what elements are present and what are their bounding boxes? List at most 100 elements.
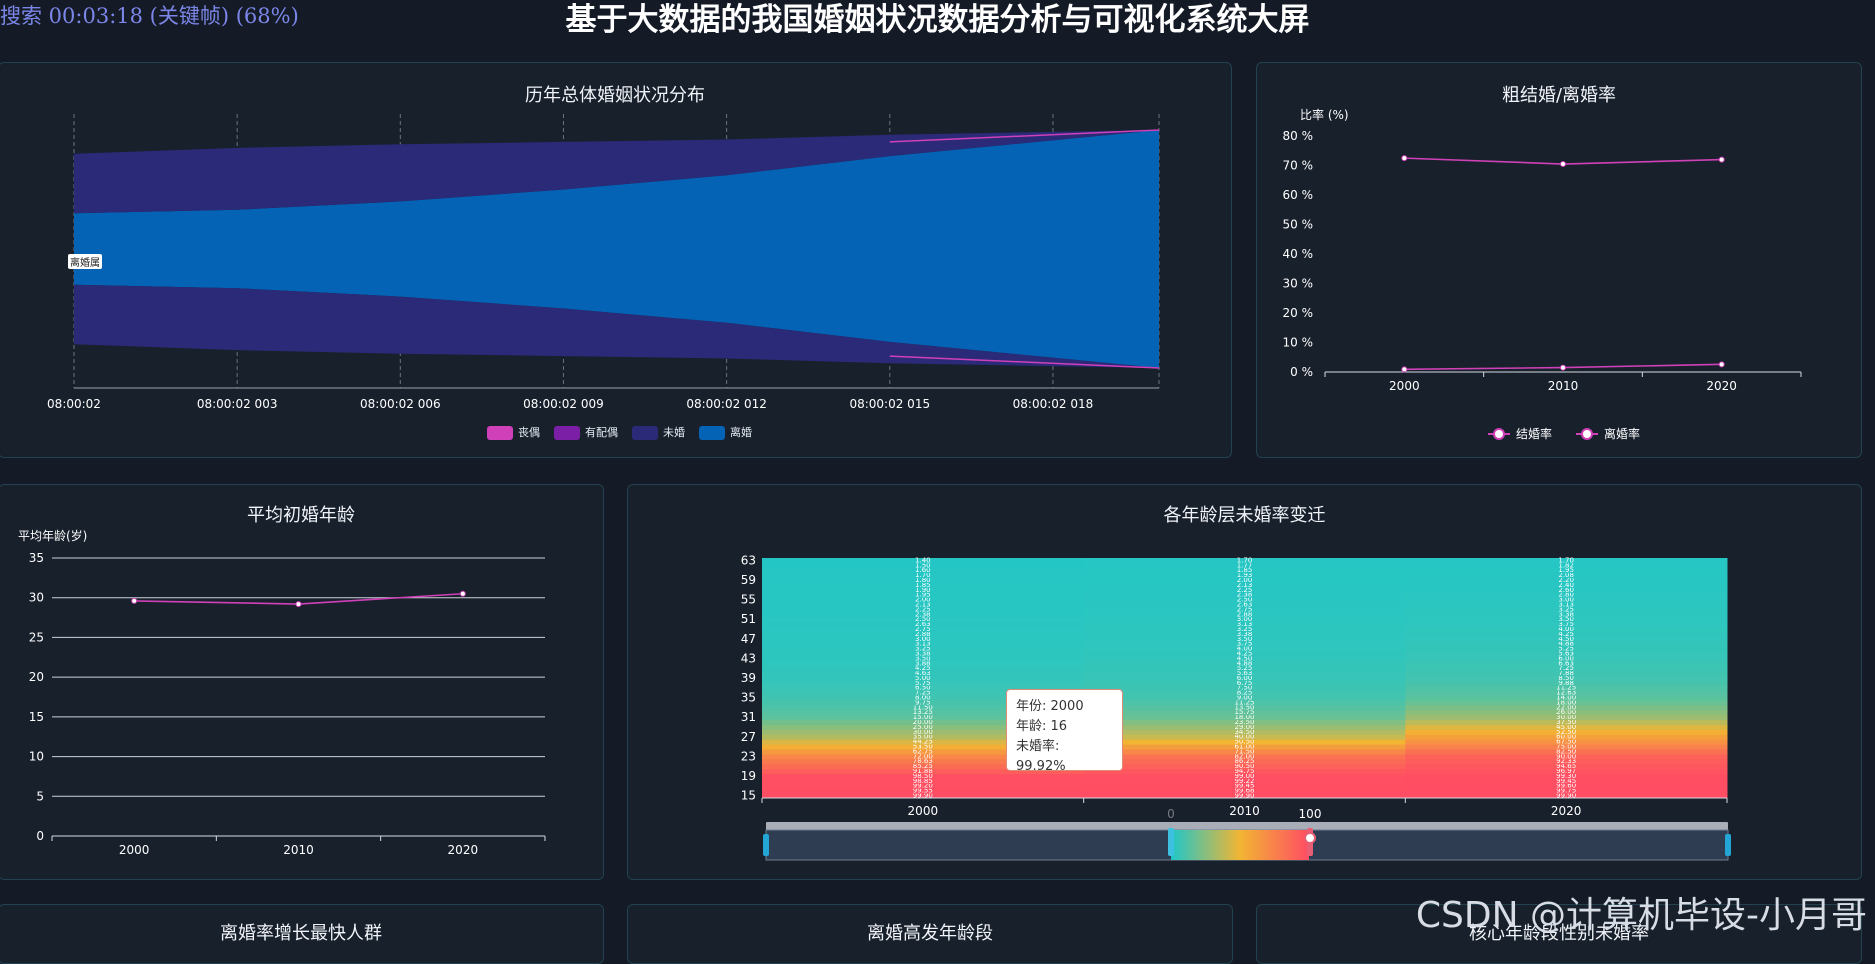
age-chart: 平均年龄(岁) 0 5 10 15 20 25 30 35 2000 2010 2020 bbox=[18, 528, 546, 857]
visualmap-max-label: 100 bbox=[1299, 807, 1322, 821]
stream-tag-label: 离婚属 bbox=[68, 254, 102, 269]
legend-label: 有配偶 bbox=[585, 426, 618, 439]
stream-x-tick-label: 08:00:02 009 bbox=[523, 397, 604, 411]
rate-y-tick-label: 0 % bbox=[1290, 365, 1313, 379]
heatmap-y-tick-label: 47 bbox=[741, 632, 756, 646]
age-y-axis-title: 平均年龄(岁) bbox=[18, 528, 87, 543]
legend-item[interactable]: 丧偶 bbox=[487, 424, 540, 440]
heatmap-y-tick-label: 23 bbox=[741, 749, 756, 763]
rate-point bbox=[1718, 156, 1725, 163]
heatmap-y-tick-label: 31 bbox=[741, 710, 756, 724]
heatmap-y-tick-label: 27 bbox=[741, 730, 756, 744]
age-y-tick-label: 35 bbox=[29, 551, 44, 565]
tooltip-year: 年份: 2000 bbox=[1016, 699, 1084, 714]
age-y-tick-label: 20 bbox=[29, 670, 44, 684]
age-x-tick-label: 2020 bbox=[448, 843, 479, 857]
heatmap-y-tick-label: 51 bbox=[741, 612, 756, 626]
rate-y-axis-title: 比率 (%) bbox=[1300, 107, 1349, 122]
rate-y-tick-label: 10 % bbox=[1283, 336, 1314, 350]
heatmap-y-tick-label: 19 bbox=[741, 769, 756, 783]
stream-x-tick-label: 08:00:02 003 bbox=[197, 397, 278, 411]
heatmap-y-tick-label: 55 bbox=[741, 593, 756, 607]
legend-swatch bbox=[699, 426, 725, 440]
tooltip-age: 年龄: 16 bbox=[1016, 719, 1068, 734]
legend-label: 丧偶 bbox=[518, 426, 540, 439]
rate-point bbox=[1560, 364, 1566, 371]
heatmap-tooltip: 年份: 2000 年龄: 16 未婚率: 99.92% bbox=[1006, 689, 1123, 774]
rate-legend-label: 结婚率 bbox=[1516, 426, 1552, 441]
age-y-tick-label: 10 bbox=[29, 750, 44, 764]
stream-legend: 丧偶 有配偶 未婚 离婚 bbox=[487, 424, 752, 440]
rate-y-tick-label: 60 % bbox=[1283, 188, 1314, 202]
visualmap-handle-min bbox=[1168, 828, 1174, 856]
rate-y-tick-label: 70 % bbox=[1283, 159, 1314, 173]
heatmap-cell-label: 1.70 bbox=[1558, 556, 1574, 564]
page-title: 基于大数据的我国婚姻状况数据分析与可视化系统大屏 bbox=[565, 2, 1310, 38]
stream-x-tick-label: 08:00:02 015 bbox=[849, 397, 930, 411]
stream-x-tick-label: 08:00:02 bbox=[47, 397, 101, 411]
rate-legend-marker bbox=[1493, 428, 1505, 440]
tooltip-rate: 未婚率: 99.92% bbox=[1016, 739, 1066, 774]
legend-label: 未婚 bbox=[663, 426, 685, 439]
stream-x-tick-label: 08:00:02 006 bbox=[360, 397, 441, 411]
heatmap-y-tick-label: 63 bbox=[741, 553, 756, 567]
age-x-tick-label: 2000 bbox=[119, 843, 150, 857]
visualmap-range bbox=[1171, 830, 1309, 860]
heatmap-y-tick-label: 35 bbox=[741, 691, 756, 705]
rate-point bbox=[1718, 361, 1725, 368]
legend-swatch bbox=[487, 426, 513, 440]
legend-item[interactable]: 有配偶 bbox=[554, 424, 618, 440]
heatmap-y-tick-label: 59 bbox=[741, 573, 756, 587]
stream-x-tick-label: 08:00:02 018 bbox=[1013, 397, 1094, 411]
visualmap-min-label: 0 bbox=[1167, 807, 1175, 821]
legend-label: 离婚 bbox=[730, 426, 752, 439]
panel-title: 离婚率增长最快人群 bbox=[220, 923, 382, 944]
heatmap-x-tick-label: 2010 bbox=[1229, 804, 1260, 818]
rate-x-tick-label: 2010 bbox=[1548, 379, 1579, 393]
visualmap-track-top bbox=[766, 822, 1728, 830]
rate-point bbox=[1560, 161, 1566, 168]
rate-y-tick-label: 40 % bbox=[1283, 247, 1314, 261]
panel-divorce-age: 离婚高发年龄段 bbox=[627, 904, 1233, 964]
rate-legend-marker bbox=[1581, 428, 1593, 440]
age-point bbox=[295, 601, 302, 608]
rate-y-tick-label: 80 % bbox=[1283, 129, 1314, 143]
age-x-tick-label: 2010 bbox=[283, 843, 314, 857]
rate-chart: 比率 (%) 0 % 10 % 20 % 30 % 40 % 50 % 60 % 70 % 80 … bbox=[1283, 107, 1802, 441]
rate-y-tick-label: 30 % bbox=[1283, 277, 1314, 291]
heatmap-y-tick-label: 39 bbox=[741, 671, 756, 685]
visualmap-handle-left-end bbox=[763, 834, 769, 856]
visualmap-handle-right-end bbox=[1725, 834, 1731, 856]
panel-divorce-growth: 离婚率增长最快人群 bbox=[0, 904, 604, 964]
rate-legend-label: 离婚率 bbox=[1604, 426, 1640, 441]
visualmap-handle-max-knob bbox=[1304, 832, 1316, 844]
panel-title: 离婚高发年龄段 bbox=[867, 923, 993, 944]
rate-point bbox=[1401, 155, 1408, 162]
age-point bbox=[459, 590, 466, 597]
age-point bbox=[131, 597, 138, 604]
age-y-tick-label: 0 bbox=[36, 829, 44, 843]
rate-x-tick-label: 2020 bbox=[1706, 379, 1737, 393]
heatmap-x-tick-label: 2020 bbox=[1551, 804, 1582, 818]
legend-swatch bbox=[554, 426, 580, 440]
heatmap-cell-label: 1.70 bbox=[1237, 556, 1253, 564]
stream-x-tick-label: 08:00:02 012 bbox=[686, 397, 767, 411]
csdn-watermark: CSDN @计算机毕设-小月哥 bbox=[1415, 895, 1867, 936]
rate-y-tick-label: 20 % bbox=[1283, 306, 1314, 320]
heatmap-x-tick-label: 2000 bbox=[908, 804, 939, 818]
age-y-tick-label: 15 bbox=[29, 710, 44, 724]
stream-chart: 08:00:02 08:00:02 003 08:00:02 006 08:00:02… bbox=[47, 114, 1160, 411]
legend-item[interactable]: 未婚 bbox=[632, 424, 685, 440]
legend-item[interactable]: 离婚 bbox=[699, 424, 752, 440]
rate-y-tick-label: 50 % bbox=[1283, 218, 1314, 232]
heatmap-y-tick-label: 43 bbox=[741, 651, 756, 665]
age-y-tick-label: 30 bbox=[29, 591, 44, 605]
rate-point bbox=[1401, 366, 1408, 373]
heatmap-y-tick-label: 15 bbox=[741, 789, 756, 803]
age-y-tick-label: 25 bbox=[29, 630, 44, 644]
rate-x-tick-label: 2000 bbox=[1389, 379, 1420, 393]
heatmap-chart: 99.9099.5599.2098.8598.5091.8885.2578.63… bbox=[741, 553, 1731, 861]
legend-swatch bbox=[632, 426, 658, 440]
age-y-tick-label: 5 bbox=[36, 789, 44, 803]
heatmap-cell-label: 1.40 bbox=[915, 556, 931, 564]
